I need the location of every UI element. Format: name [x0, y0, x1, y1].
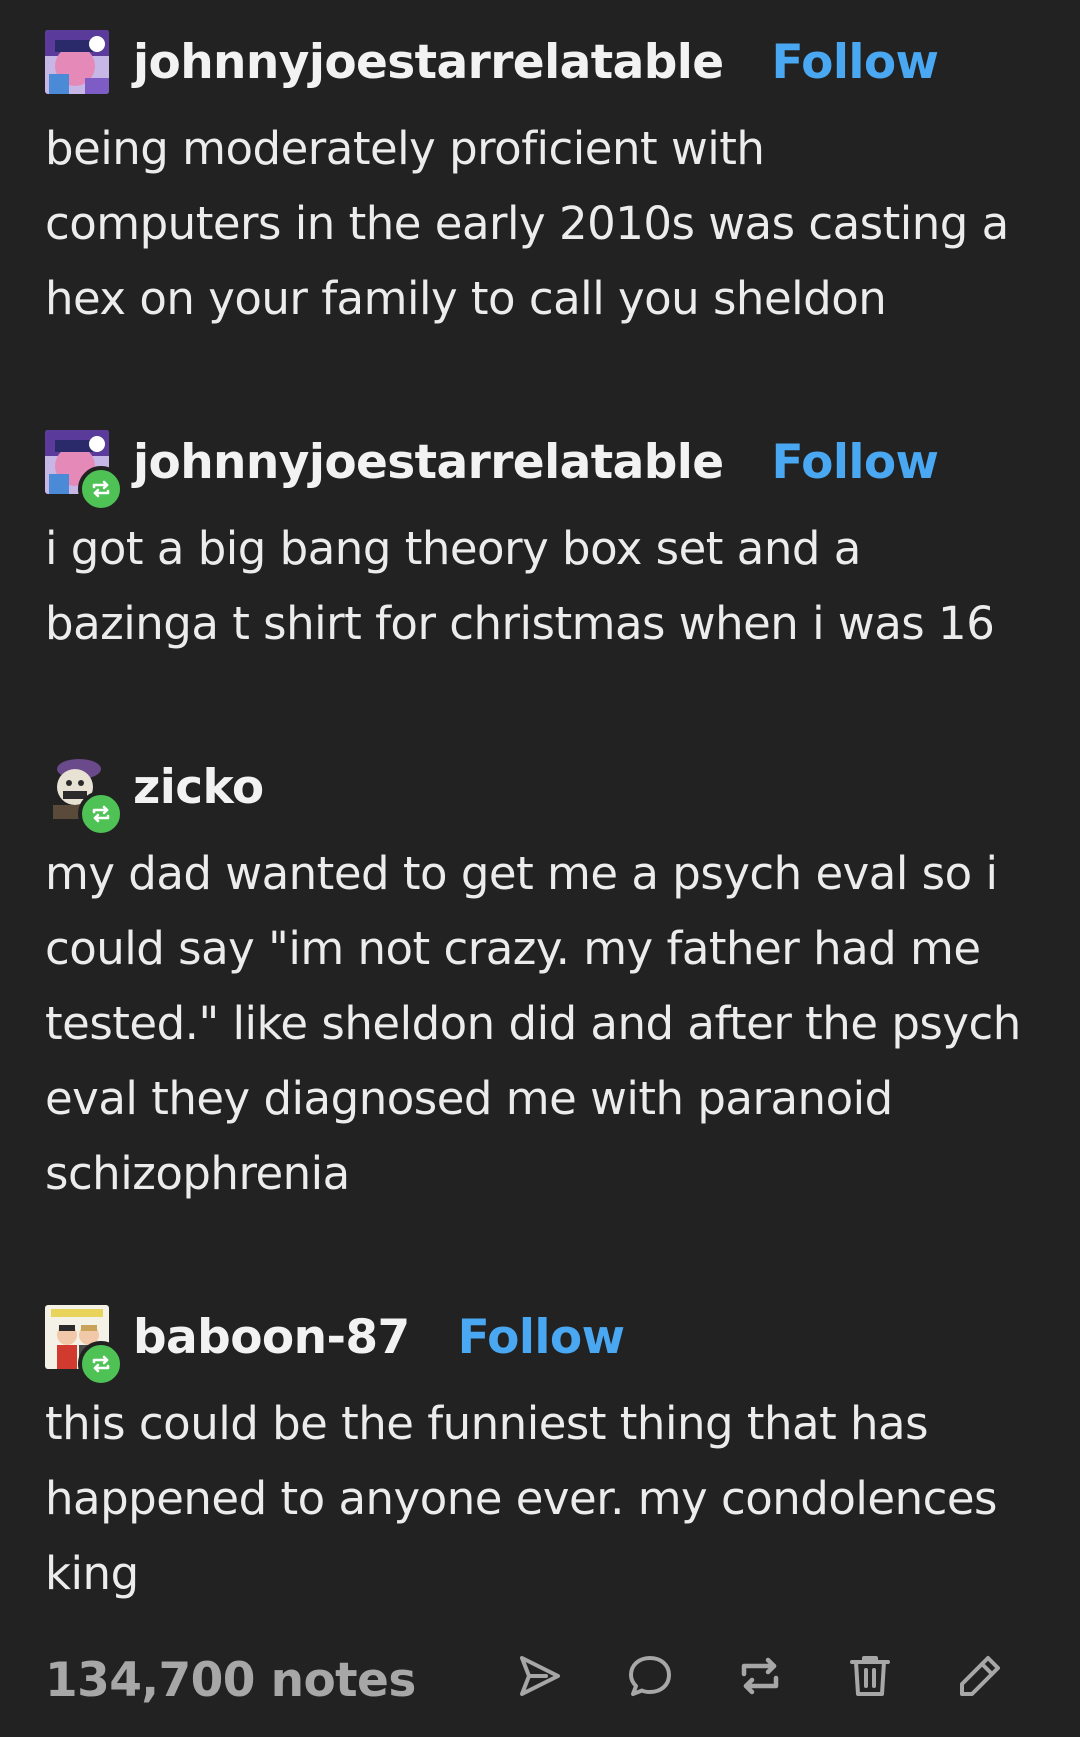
username[interactable]: zicko [133, 760, 264, 815]
reply-icon[interactable] [625, 1651, 675, 1701]
avatar-image [45, 30, 109, 94]
username[interactable]: baboon-87 [133, 1310, 410, 1365]
follow-button[interactable]: Follow [772, 35, 939, 90]
post-header: baboon-87 Follow [45, 1302, 1035, 1387]
post-body: i got a big bang theory box set and a ba… [45, 522, 995, 650]
reblog-badge-icon [78, 466, 124, 512]
avatar[interactable] [45, 1305, 124, 1387]
notes-count[interactable]: 134,700 notes [45, 1653, 416, 1708]
reblog-post: baboon-87 Follow this could be the funni… [45, 1302, 1035, 1611]
post-body: my dad wanted to get me a psych eval so … [45, 847, 1021, 1200]
avatar[interactable] [45, 755, 124, 837]
post-original: johnnyjoestarrelatable Follow being mode… [45, 27, 1035, 336]
follow-button[interactable]: Follow [458, 1310, 625, 1365]
post-header: johnnyjoestarrelatable Follow [45, 27, 1035, 97]
avatar[interactable] [45, 430, 124, 512]
post-body: being moderately proficient with compute… [45, 122, 1009, 325]
reblog-badge-icon [78, 791, 124, 837]
avatar[interactable] [45, 30, 109, 94]
post-footer: 134,700 notes [45, 1645, 1035, 1715]
reblog-post: zicko my dad wanted to get me a psych ev… [45, 752, 1035, 1211]
username[interactable]: johnnyjoestarrelatable [133, 35, 724, 90]
follow-button[interactable]: Follow [772, 435, 939, 490]
delete-icon[interactable] [845, 1651, 895, 1701]
username[interactable]: johnnyjoestarrelatable [133, 435, 724, 490]
post-header: johnnyjoestarrelatable Follow [45, 427, 1035, 512]
edit-icon[interactable] [955, 1651, 1005, 1701]
post-body: this could be the funniest thing that ha… [45, 1397, 997, 1600]
reblog-badge-icon [78, 1341, 124, 1387]
share-icon[interactable] [515, 1651, 565, 1701]
reblog-icon[interactable] [735, 1651, 785, 1701]
reblog-post: johnnyjoestarrelatable Follow i got a bi… [45, 427, 1035, 661]
post-header: zicko [45, 752, 1035, 837]
action-bar [515, 1651, 1005, 1701]
